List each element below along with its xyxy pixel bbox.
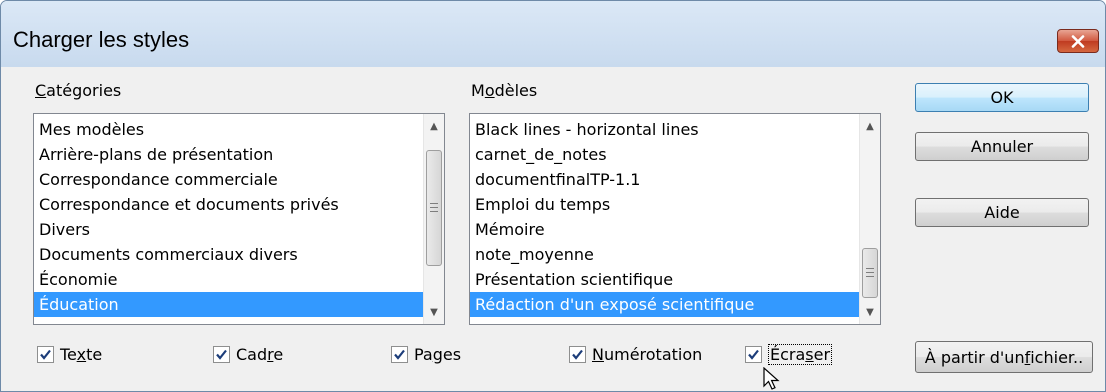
dialog-title: Charger les styles — [13, 27, 190, 52]
checkmark-icon[interactable] — [569, 345, 586, 363]
numerotation-label: Numérotation — [592, 344, 703, 364]
category-item[interactable]: Correspondance et documents privés — [34, 192, 423, 217]
from-file-button[interactable]: À partir d'un f ichier.. — [915, 341, 1093, 373]
cadre-label: Cadre — [236, 344, 284, 364]
texte-label: Texte — [60, 344, 103, 364]
scroll-up-icon[interactable]: ▲ — [424, 116, 444, 136]
category-item[interactable]: Divers — [34, 217, 423, 242]
scroll-up-icon[interactable]: ▲ — [860, 116, 880, 136]
texte-checkbox[interactable]: Texte — [37, 341, 102, 367]
template-item[interactable]: Mémoire — [470, 217, 859, 242]
checkmark-icon[interactable] — [391, 345, 408, 363]
category-item[interactable]: Mes modèles — [34, 117, 423, 142]
scroll-thumb[interactable] — [862, 248, 878, 298]
category-item[interactable]: Économie — [34, 267, 423, 292]
templates-list[interactable]: Black lines - horizontal lines carnet_de… — [469, 113, 881, 325]
ok-button[interactable]: OK — [915, 83, 1089, 112]
scroll-down-icon[interactable]: ▼ — [860, 302, 880, 322]
category-item[interactable]: Documents commerciaux divers — [34, 242, 423, 267]
category-item-selected[interactable]: Éducation — [34, 292, 423, 317]
template-item[interactable]: Présentation scientifique — [470, 267, 859, 292]
title-bar: Charger les styles — [1, 1, 1105, 67]
mouse-pointer-icon — [763, 367, 780, 390]
ecraser-label: Écraser — [768, 343, 833, 365]
template-item-selected[interactable]: Rédaction d'un exposé scientifique — [470, 292, 859, 317]
templates-scrollbar[interactable]: ▲ ▼ — [859, 114, 880, 324]
template-item[interactable]: note_moyenne — [470, 242, 859, 267]
numerotation-checkbox[interactable]: Numérotation — [569, 341, 702, 367]
pages-checkbox[interactable]: Pages — [391, 341, 461, 367]
load-styles-dialog: Charger les styles Catégories Modèles Me… — [0, 0, 1106, 392]
categories-scrollbar[interactable]: ▲ ▼ — [423, 114, 444, 324]
scroll-down-icon[interactable]: ▼ — [424, 302, 444, 322]
scroll-thumb[interactable] — [426, 150, 442, 266]
category-item[interactable]: Arrière-plans de présentation — [34, 142, 423, 167]
checkmark-icon[interactable] — [213, 345, 230, 363]
templates-label: Modèles — [471, 81, 538, 100]
categories-label: Catégories — [35, 81, 122, 100]
close-button[interactable] — [1057, 29, 1099, 53]
pages-label: Pages — [414, 344, 462, 364]
category-item[interactable]: Correspondance commerciale — [34, 167, 423, 192]
cancel-button[interactable]: Annuler — [915, 132, 1089, 161]
template-item[interactable]: Emploi du temps — [470, 192, 859, 217]
template-item[interactable]: documentfinalTP-1.1 — [470, 167, 859, 192]
ecraser-checkbox[interactable]: Écraser — [745, 341, 833, 367]
checkmark-icon[interactable] — [37, 345, 54, 363]
cadre-checkbox[interactable]: Cadre — [213, 341, 283, 367]
template-item[interactable]: Black lines - horizontal lines — [470, 117, 859, 142]
categories-list[interactable]: Mes modèles Arrière-plans de présentatio… — [33, 113, 445, 325]
help-button[interactable]: Aide — [915, 198, 1089, 227]
close-icon — [1071, 34, 1085, 48]
template-item[interactable]: carnet_de_notes — [470, 142, 859, 167]
checkmark-icon[interactable] — [745, 345, 762, 363]
